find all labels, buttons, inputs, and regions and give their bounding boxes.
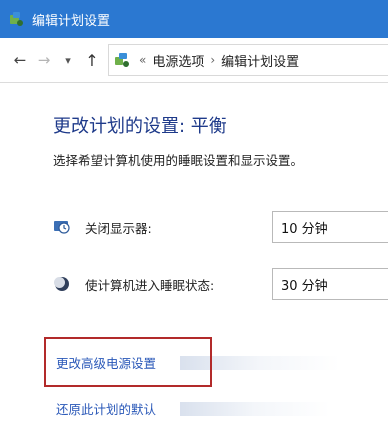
window-title: 编辑计划设置 bbox=[32, 13, 111, 29]
breadcrumb-overflow[interactable]: « bbox=[139, 53, 146, 67]
display-off-select[interactable]: 10 分钟 bbox=[272, 211, 388, 243]
title-bar: 编辑计划设置 bbox=[0, 0, 388, 38]
restore-defaults-link[interactable]: 还原此计划的默认 bbox=[56, 399, 156, 418]
display-off-label: 关闭显示器: bbox=[85, 220, 152, 236]
forward-arrow-icon[interactable]: → bbox=[32, 51, 56, 69]
breadcrumb-separator[interactable]: › bbox=[210, 53, 215, 67]
up-arrow-icon[interactable]: ↑ bbox=[80, 51, 104, 70]
setting-row-sleep: 使计算机进入睡眠状态: bbox=[53, 268, 214, 300]
power-options-icon bbox=[6, 9, 26, 29]
breadcrumb[interactable]: « 电源选项 › 编辑计划设置 bbox=[108, 44, 388, 76]
page-subtitle: 选择希望计算机使用的睡眠设置和显示设置。 bbox=[53, 153, 304, 168]
highlight-annotation bbox=[44, 337, 212, 387]
setting-row-display: 关闭显示器: bbox=[53, 211, 152, 243]
back-arrow-icon[interactable]: ← bbox=[8, 51, 32, 69]
address-bar: ← → ▾ ↑ « 电源选项 › 编辑计划设置 bbox=[0, 38, 388, 83]
sleep-label: 使计算机进入睡眠状态: bbox=[85, 277, 215, 293]
breadcrumb-item-edit-plan[interactable]: 编辑计划设置 bbox=[221, 51, 299, 70]
monitor-clock-icon bbox=[53, 218, 71, 236]
control-panel-icon bbox=[113, 50, 133, 70]
page-title: 更改计划的设置: 平衡 bbox=[53, 116, 227, 137]
blur-overlay bbox=[180, 402, 330, 416]
sleep-select[interactable]: 30 分钟 bbox=[272, 268, 388, 300]
moon-icon bbox=[53, 275, 71, 293]
recent-locations-chevron-icon[interactable]: ▾ bbox=[56, 54, 80, 67]
breadcrumb-item-power-options[interactable]: 电源选项 bbox=[152, 51, 204, 70]
